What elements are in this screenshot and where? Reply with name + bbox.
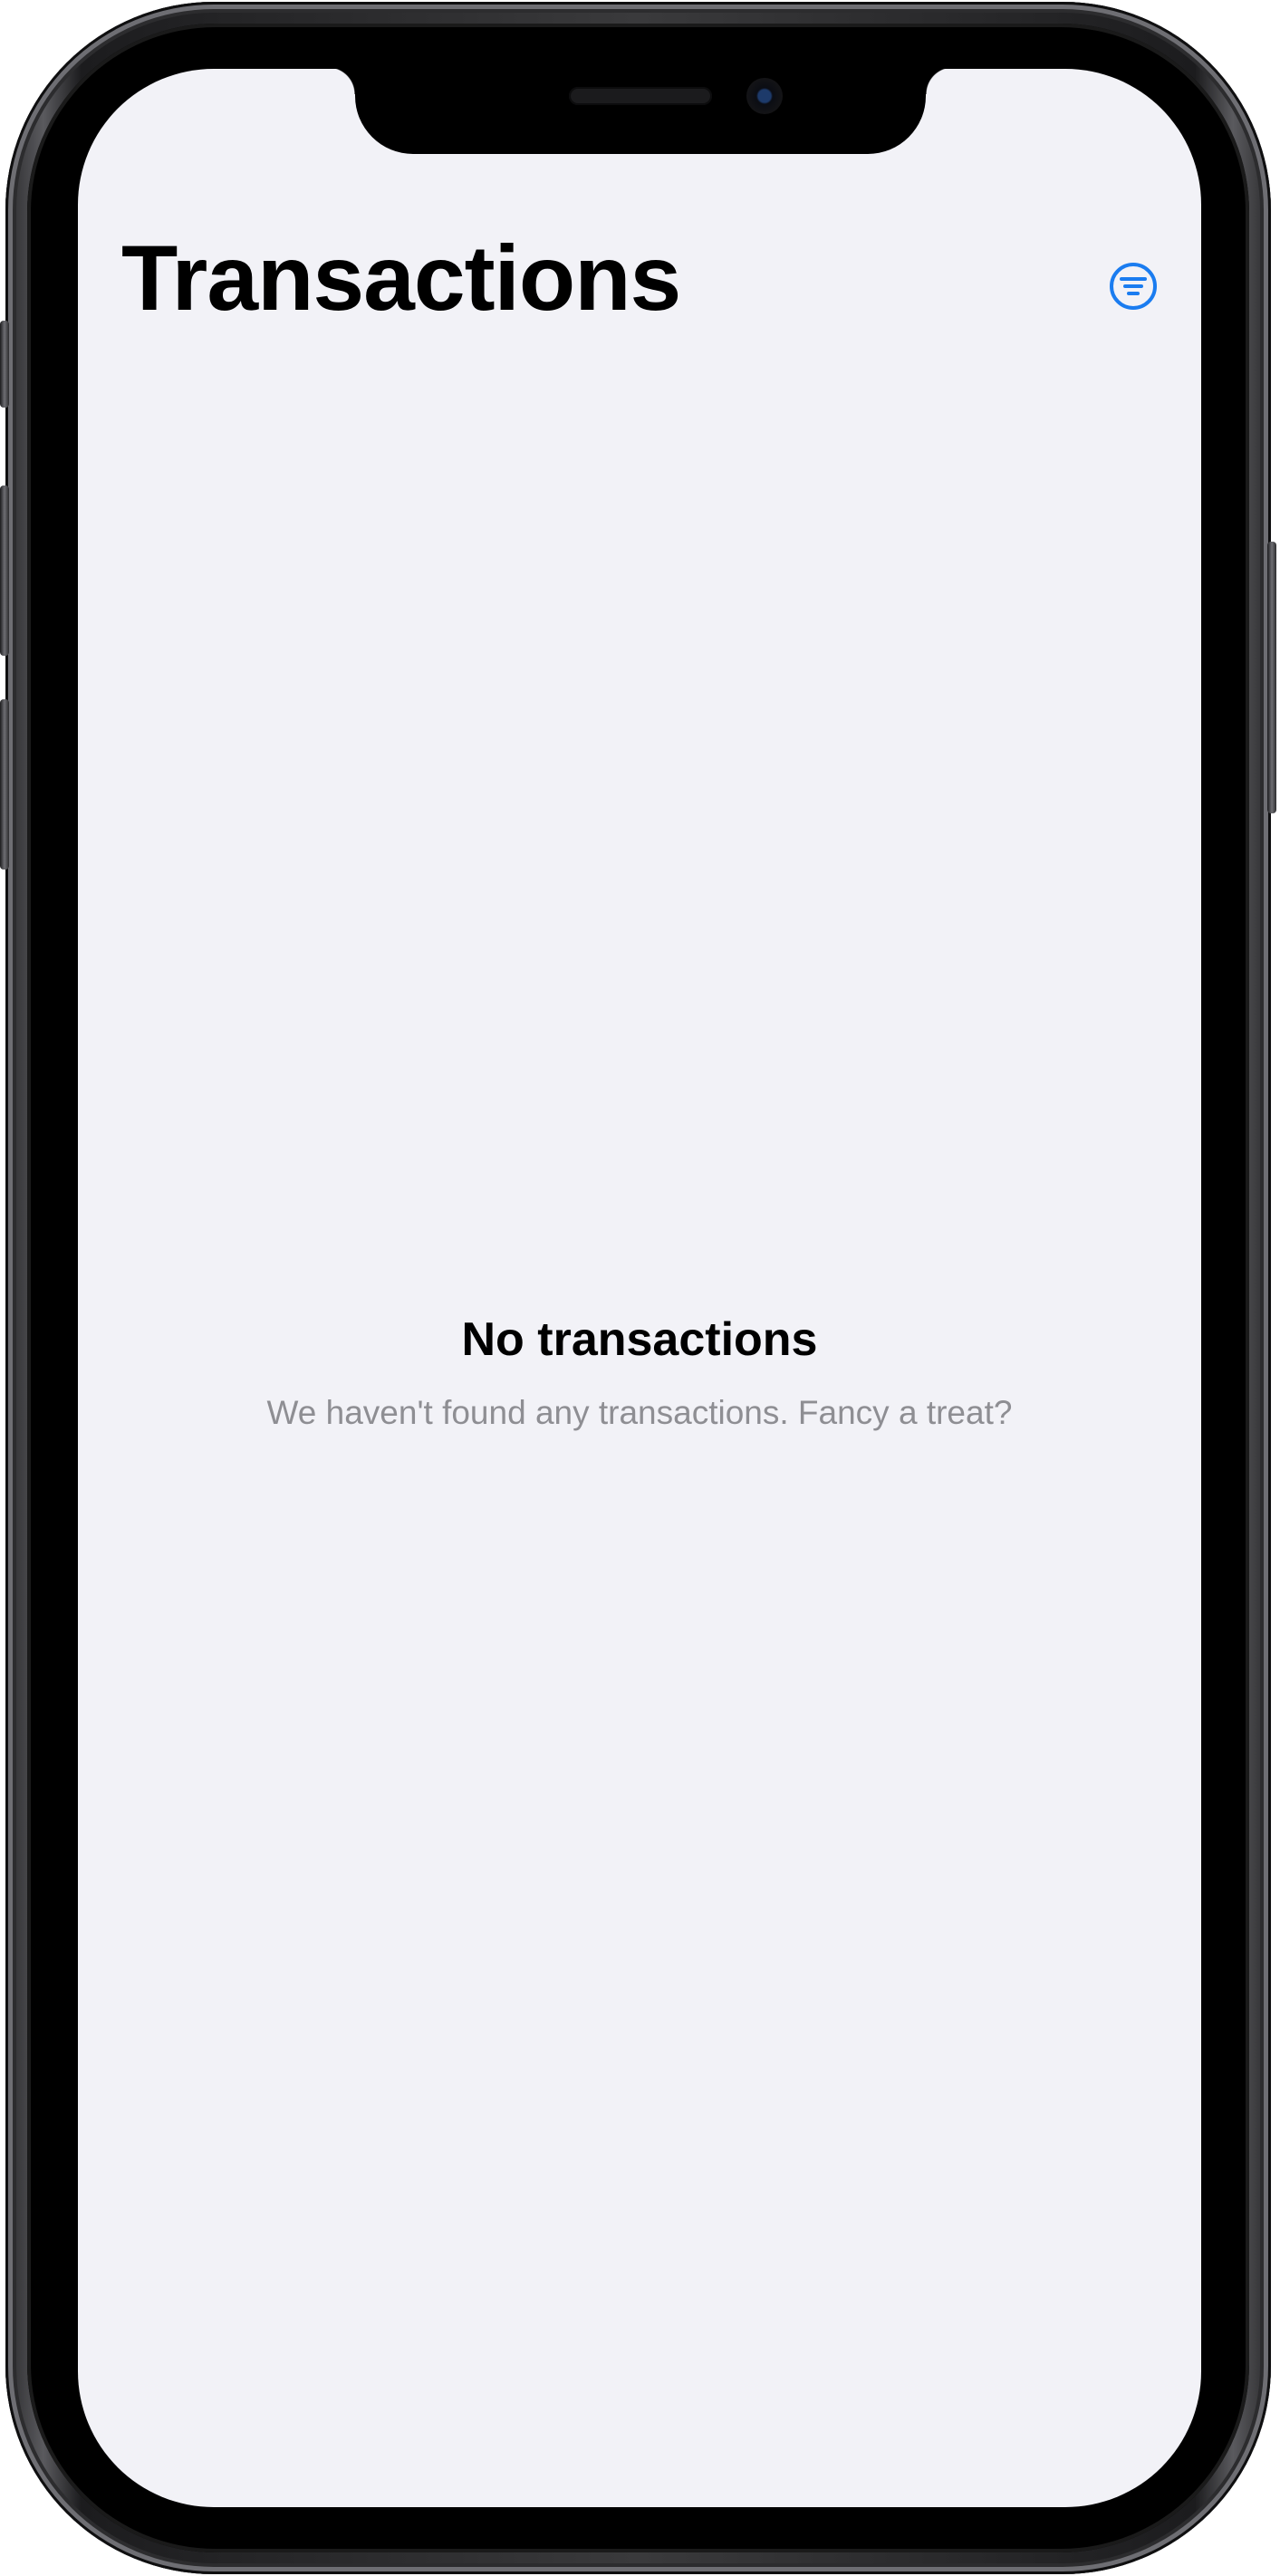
side-button-power [1267,542,1276,813]
page-title: Transactions [121,226,681,330]
empty-state-title: No transactions [461,1313,818,1366]
speaker-grille [569,87,712,105]
notch [328,69,953,154]
app-screen: Transactions No transactions We haven't … [78,69,1201,2507]
side-button-mute [0,321,9,408]
empty-state: No transactions We haven't found any tra… [78,1312,1201,1434]
filter-button[interactable] [1107,260,1160,312]
side-button-volume-up [0,485,9,656]
front-camera [746,78,783,114]
empty-state-subtitle: We haven't found any transactions. Fancy… [266,1394,1013,1432]
side-button-volume-down [0,699,9,870]
filter-circle-icon [1110,263,1157,310]
